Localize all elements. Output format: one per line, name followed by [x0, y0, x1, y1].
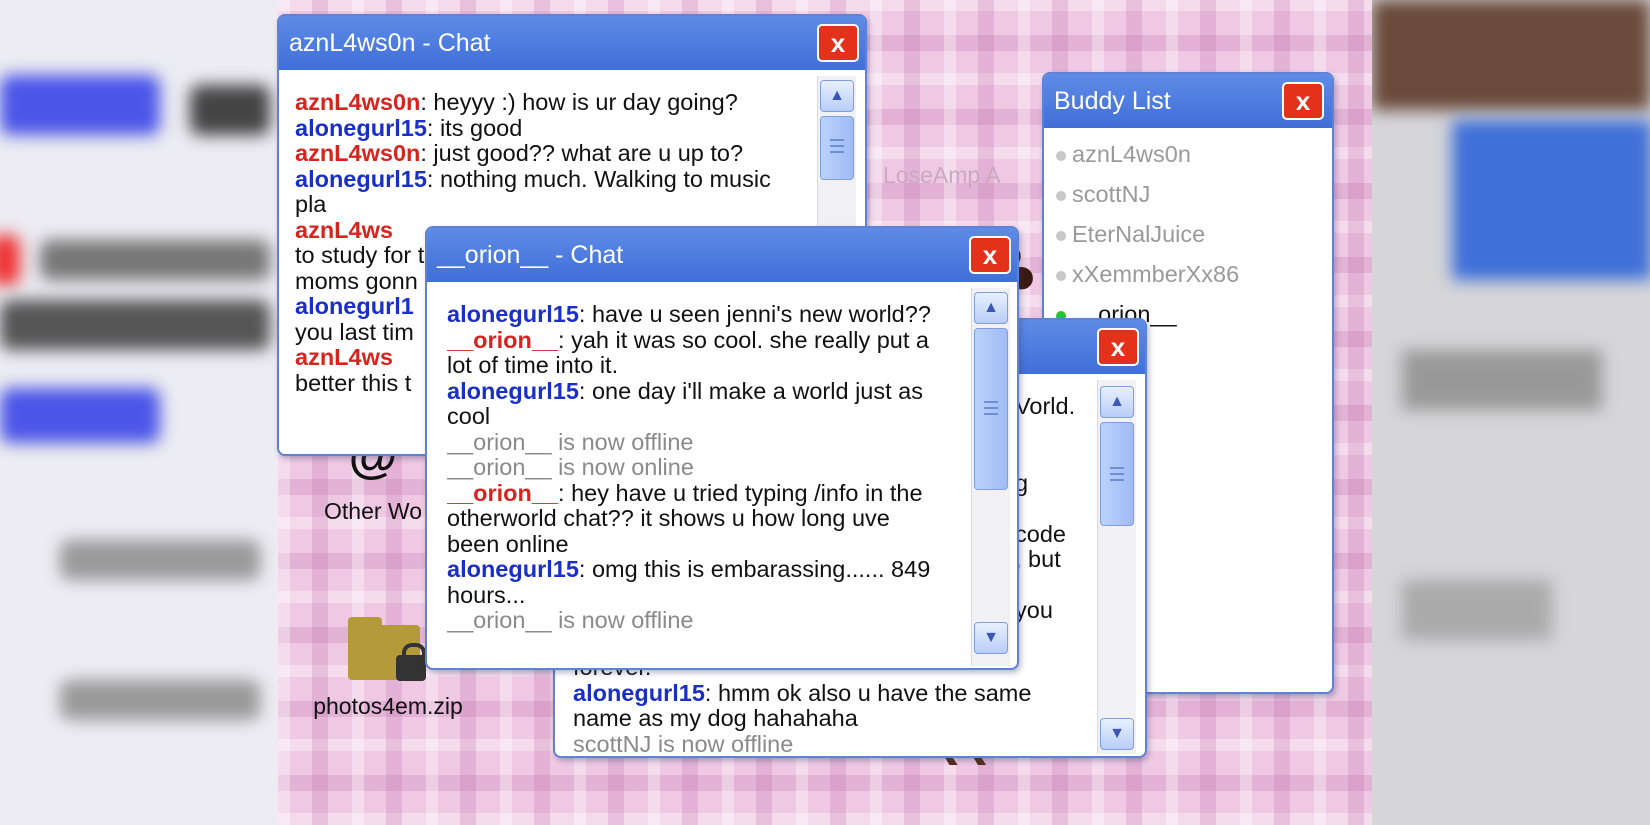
chat-log: alonegurl15: have u seen jenni's new wor… [447, 302, 931, 633]
offline-status-icon [1056, 150, 1066, 161]
chat-log-bottom: forever. alonegurl15: hmm ok also u have… [573, 655, 1032, 755]
buddy-item[interactable]: aznL4ws0n [1056, 141, 1191, 168]
locked-folder-icon [348, 615, 428, 685]
offline-status-icon [1056, 270, 1066, 281]
close-button[interactable]: x [1282, 82, 1324, 120]
close-button[interactable]: x [1097, 328, 1139, 366]
scroll-down-button[interactable]: ▼ [974, 622, 1008, 654]
chat-window-orion: __orion__ - Chat x alonegurl15: have u s… [425, 226, 1019, 670]
scroll-down-button[interactable]: ▼ [1100, 718, 1134, 750]
scroll-up-button[interactable]: ▲ [1100, 386, 1134, 418]
scroll-up-button[interactable]: ▲ [974, 292, 1008, 324]
blurred-background-right [1372, 0, 1650, 825]
buddy-item[interactable]: EterNalJuice [1056, 221, 1205, 248]
offline-status-icon [1056, 190, 1066, 201]
faded-label: LoseAmp A [883, 162, 1001, 188]
window-title: aznL4ws0n - Chat [289, 29, 491, 57]
scrollbar[interactable]: ▲ ▼ [971, 288, 1010, 666]
scrollbar[interactable]: ▲ ▼ [1097, 380, 1136, 754]
desktop-icon-label: photos4em.zip [313, 693, 463, 719]
offline-status-icon [1056, 230, 1066, 241]
buddy-item[interactable]: xXemmberXx86 [1056, 261, 1239, 288]
chat-titlebar[interactable]: aznL4ws0n - Chat [279, 16, 865, 70]
chat-titlebar[interactable]: __orion__ - Chat [427, 228, 1017, 282]
blurred-background-left [0, 0, 278, 825]
buddy-item[interactable]: scottNJ [1056, 181, 1150, 208]
close-button[interactable]: x [969, 236, 1011, 274]
close-button[interactable]: x [817, 24, 859, 62]
scroll-thumb[interactable] [1100, 422, 1134, 526]
scroll-up-button[interactable]: ▲ [820, 80, 854, 112]
chat-log: Vorld. g code , but you [1015, 394, 1076, 623]
scroll-thumb[interactable] [974, 328, 1008, 490]
scroll-thumb[interactable] [820, 116, 854, 180]
window-title: __orion__ - Chat [437, 241, 624, 269]
window-title: Buddy List [1054, 87, 1171, 115]
